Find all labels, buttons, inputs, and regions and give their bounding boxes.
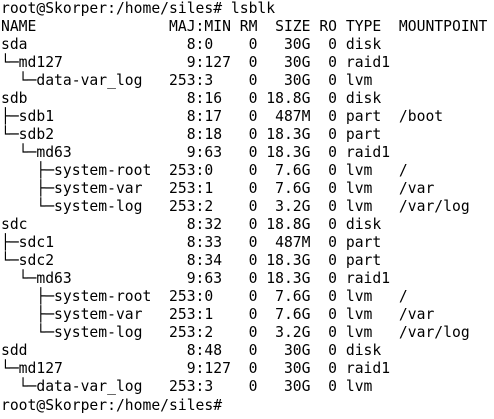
lsblk-row: ├─sdc1 8:33 0 487M 0 part [1,234,382,251]
lsblk-row: ├─system-root 253:0 0 7.6G 0 lvm / [1,288,408,305]
lsblk-row: sda 8:0 0 30G 0 disk [1,36,382,53]
lsblk-row: sdb 8:16 0 18.8G 0 disk [1,90,382,107]
lsblk-header: NAME MAJ:MIN RM SIZE RO TYPE MOUNTPOINT [1,18,488,35]
lsblk-row: └─md127 9:127 0 30G 0 raid1 [1,360,391,377]
prompt-text: root@Skorper:/home/siles# [1,397,231,414]
lsblk-row: └─data-var_log 253:3 0 30G 0 lvm [1,378,373,395]
text-cursor [230,396,239,412]
lsblk-row: └─system-log 253:2 0 3.2G 0 lvm /var/log [1,198,470,215]
lsblk-row: sdd 8:48 0 30G 0 disk [1,342,382,359]
lsblk-row: └─system-log 253:2 0 3.2G 0 lvm /var/log [1,324,470,341]
lsblk-row: ├─system-root 253:0 0 7.6G 0 lvm / [1,162,408,179]
lsblk-row: └─sdb2 8:18 0 18.3G 0 part [1,126,382,143]
lsblk-row: └─data-var_log 253:3 0 30G 0 lvm [1,72,373,89]
lsblk-row: └─md127 9:127 0 30G 0 raid1 [1,54,391,71]
lsblk-row: ├─system-var 253:1 0 7.6G 0 lvm /var [1,180,435,197]
shell-prompt[interactable]: root@Skorper:/home/siles# [1,396,494,414]
lsblk-row: └─md63 9:63 0 18.3G 0 raid1 [1,270,391,287]
lsblk-row: sdc 8:32 0 18.8G 0 disk [1,216,382,233]
lsblk-row: └─sdc2 8:34 0 18.3G 0 part [1,252,382,269]
lsblk-row: └─md63 9:63 0 18.3G 0 raid1 [1,144,391,161]
command-line: root@Skorper:/home/siles# lsblk [1,0,276,17]
lsblk-row: ├─system-var 253:1 0 7.6G 0 lvm /var [1,306,435,323]
lsblk-row: ├─sdb1 8:17 0 487M 0 part /boot [1,108,444,125]
terminal-window[interactable]: root@Skorper:/home/siles# lsblk NAME MAJ… [0,0,494,419]
